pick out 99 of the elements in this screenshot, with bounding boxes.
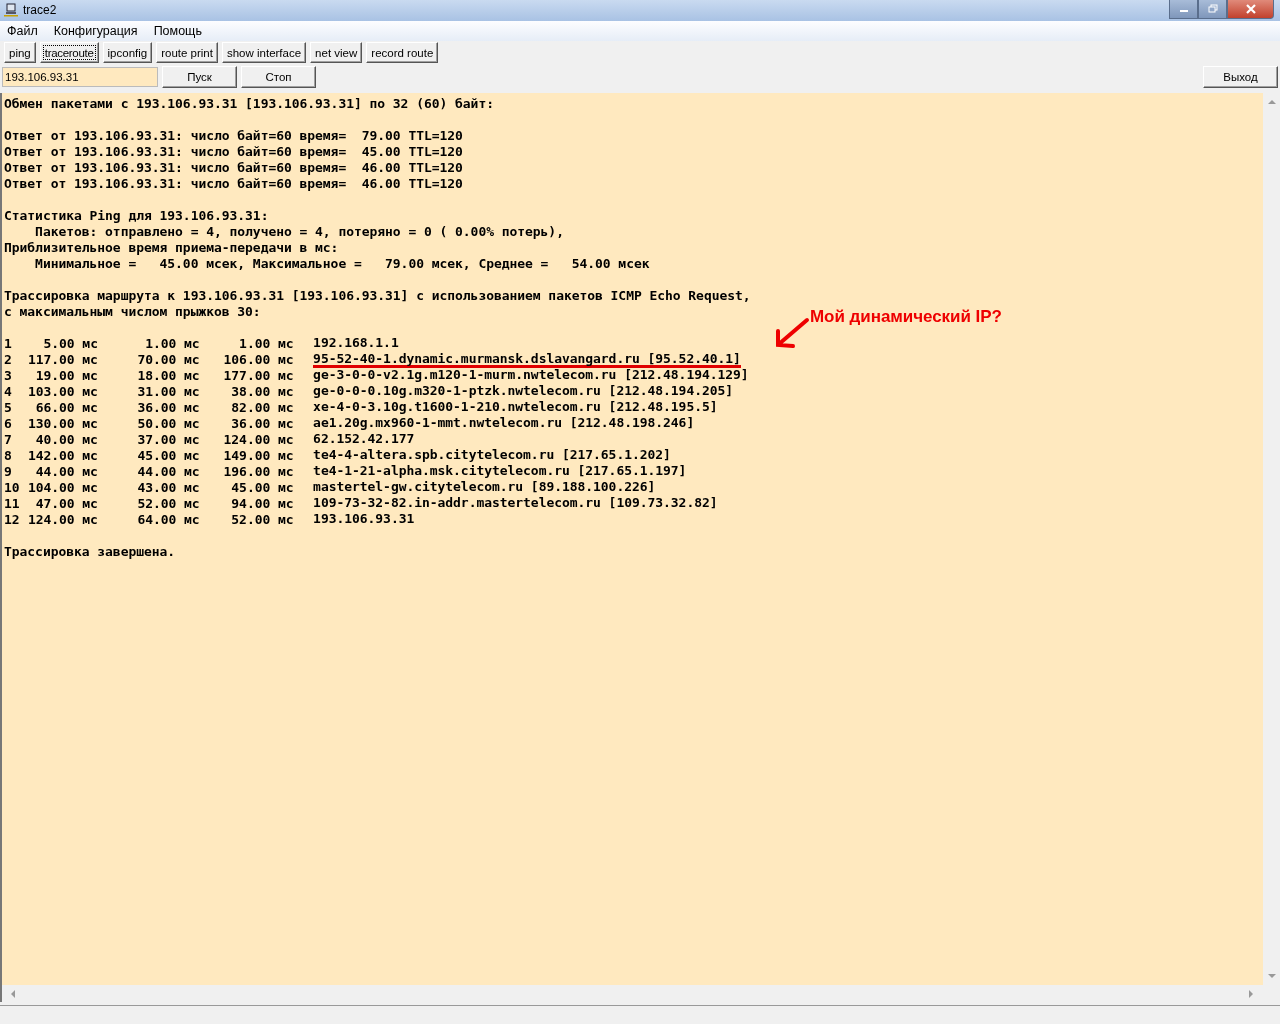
output-line: с максимальным числом прыжков 30: xyxy=(4,303,261,320)
scroll-up-icon[interactable] xyxy=(1267,98,1276,104)
hop-host: te4-1-21-alpha.msk.citytelecom.ru [217.65.1.197] xyxy=(313,463,687,480)
hop-host: ge-3-0-0-v2.1g.m120-1-murm.nwtelecom.ru [212.48.194.129] xyxy=(313,367,749,384)
hop-time: 36.00 мс xyxy=(230,415,294,432)
menu-item[interactable]: Файл xyxy=(7,23,38,38)
restore-icon xyxy=(1206,4,1219,14)
hop-time: 43.00 мс xyxy=(136,479,200,496)
hop-time: 66.00 мс xyxy=(34,399,98,416)
tool-button[interactable]: ipconfig xyxy=(102,42,153,64)
hop-time: 124.00 мс xyxy=(26,511,98,528)
hop-time: 50.00 мс xyxy=(136,415,200,432)
output-line: Приблизительное время приема-передачи в мс: xyxy=(4,239,339,256)
hop-host: te4-4-altera.spb.citytelecom.ru [217.65.1.202] xyxy=(313,447,671,464)
tool-button[interactable]: traceroute xyxy=(39,42,99,64)
scroll-right-icon[interactable] xyxy=(1249,989,1254,998)
hop-host: 109-73-32-82.in-addr.mastertelecom.ru [109.73.32.82] xyxy=(313,495,718,512)
output-line: Ответ от 193.106.93.31: число байт=60 время= 79.00 TTL=120 xyxy=(4,127,463,144)
computer-icon xyxy=(4,3,18,18)
hop-time: 52.00 мс xyxy=(230,511,294,528)
hop-number: 8 xyxy=(4,447,13,464)
hop-time: 31.00 мс xyxy=(136,383,200,400)
hop-time: 130.00 мс xyxy=(26,415,98,432)
hop-time: 44.00 мс xyxy=(136,463,200,480)
hop-number: 12 xyxy=(4,511,20,528)
output-line: Трассировка завершена. xyxy=(4,543,176,560)
hop-time: 45.00 мс xyxy=(136,447,200,464)
exit-button[interactable]: Выход xyxy=(1203,65,1278,88)
hop-host: ge-0-0-0.10g.m320-1-ptzk.nwtelecom.ru [212.48.194.205] xyxy=(313,383,734,400)
hop-number: 4 xyxy=(4,383,13,400)
tool-button[interactable]: route print xyxy=(156,42,218,64)
menu-item[interactable]: Конфигурация xyxy=(53,23,138,38)
hop-host: xe-4-0-3.10g.t1600-1-210.nwtelecom.ru [212.48.195.5] xyxy=(313,399,718,416)
hop-time: 106.00 мс xyxy=(222,351,294,368)
hop-host: 62.152.42.177 xyxy=(313,431,415,448)
hop-time: 64.00 мс xyxy=(136,511,200,528)
annotation-text: Мой динамический IP? xyxy=(810,306,1002,327)
scroll-left-icon[interactable] xyxy=(10,989,15,998)
hop-number: 3 xyxy=(4,367,13,384)
close-icon xyxy=(1244,4,1257,14)
hop-host: 192.168.1.1 xyxy=(313,335,399,352)
restore-button[interactable] xyxy=(1198,0,1227,19)
output-line: Статистика Ping для 193.106.93.31: xyxy=(4,207,269,224)
output-line: Пакетов: отправлено = 4, получено = 4, потеряно = 0 ( 0.00% потерь), xyxy=(34,223,564,240)
output-line: Минимальное = 45.00 мсек, Максимальное = 79.00 мсек, Среднее = 54.00 мсек xyxy=(34,255,650,272)
hop-time: 103.00 мс xyxy=(26,383,98,400)
hop-time: 52.00 мс xyxy=(136,495,200,512)
hop-time: 149.00 мс xyxy=(222,447,294,464)
hop-time: 177.00 мс xyxy=(222,367,294,384)
hop-number: 10 xyxy=(4,479,20,496)
hop-time: 124.00 мс xyxy=(222,431,294,448)
window-title: trace2 xyxy=(23,3,57,18)
hop-time: 19.00 мс xyxy=(34,367,98,384)
hop-time: 5.00 мс xyxy=(42,335,98,352)
hop-time: 196.00 мс xyxy=(222,463,294,480)
output-line: Ответ от 193.106.93.31: число байт=60 время= 45.00 TTL=120 xyxy=(4,143,463,160)
hop-time: 18.00 мс xyxy=(136,367,200,384)
hop-time: 36.00 мс xyxy=(136,399,200,416)
hop-host: mastertel-gw.citytelecom.ru [89.188.100.226] xyxy=(313,479,656,496)
hop-number: 6 xyxy=(4,415,13,432)
hop-host: 95-52-40-1.dynamic.murmansk.dslavangard.ru [95.52.40.1] xyxy=(313,351,741,368)
hop-host: 193.106.93.31 xyxy=(313,511,415,528)
hop-time: 104.00 мс xyxy=(26,479,98,496)
hop-number: 2 xyxy=(4,351,13,368)
hop-number: 5 xyxy=(4,399,13,416)
output-line: Ответ от 193.106.93.31: число байт=60 время= 46.00 TTL=120 xyxy=(4,159,463,176)
hop-time: 70.00 мс xyxy=(136,351,200,368)
hop-time: 1.00 мс xyxy=(144,335,200,352)
tool-button[interactable]: net view xyxy=(310,42,363,64)
start-button[interactable]: Пуск xyxy=(162,65,237,88)
hop-number: 1 xyxy=(4,335,13,352)
hop-time: 45.00 мс xyxy=(230,479,294,496)
minimize-button[interactable] xyxy=(1169,0,1198,19)
stop-button[interactable]: Стоп xyxy=(241,65,316,88)
scroll-down-icon[interactable] xyxy=(1267,974,1276,980)
hop-time: 142.00 мс xyxy=(26,447,98,464)
hop-time: 94.00 мс xyxy=(230,495,294,512)
output-line: Ответ от 193.106.93.31: число байт=60 время= 46.00 TTL=120 xyxy=(4,175,463,192)
hop-time: 1.00 мс xyxy=(238,335,294,352)
hop-number: 7 xyxy=(4,431,13,448)
hop-number: 9 xyxy=(4,463,13,480)
hop-time: 82.00 мс xyxy=(230,399,294,416)
hop-time: 47.00 мс xyxy=(34,495,98,512)
host-field[interactable]: 193.106.93.31 xyxy=(2,66,158,87)
tool-button[interactable]: ping xyxy=(4,42,36,64)
hop-time: 37.00 мс xyxy=(136,431,200,448)
hop-time: 38.00 мс xyxy=(230,383,294,400)
hop-time: 44.00 мс xyxy=(34,463,98,480)
close-button[interactable] xyxy=(1227,0,1274,19)
hop-time: 40.00 мс xyxy=(34,431,98,448)
arrow-icon xyxy=(774,316,810,349)
hop-number: 11 xyxy=(4,495,20,512)
output-line: Обмен пакетами с 193.106.93.31 [193.106.93.31] по 32 (60) байт: xyxy=(4,95,494,112)
hop-host: ae1.20g.mx960-1-mmt.nwtelecom.ru [212.48.198.246] xyxy=(313,415,695,432)
menu-item[interactable]: Помощь xyxy=(153,23,202,38)
tool-button[interactable]: show interface xyxy=(221,42,307,64)
hop-time: 117.00 мс xyxy=(26,351,98,368)
output-line: Трассировка маршрута к 193.106.93.31 [193.106.93.31] с использованием пакетов ICMP Echo Request, xyxy=(4,287,751,304)
tool-button[interactable]: record route xyxy=(366,42,439,64)
